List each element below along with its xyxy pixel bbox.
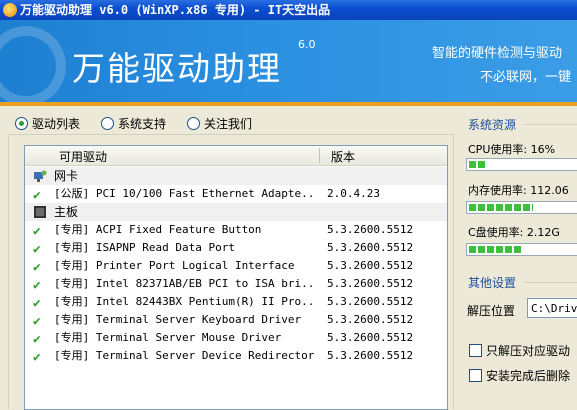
cpu-usage-fill [469, 161, 486, 168]
driver-name: [公版] PCI 10/100 Fast Ethernet Adapte... [54, 187, 316, 200]
driver-name: [专用] ACPI Fixed Feature Button [54, 223, 262, 236]
driver-name: [专用] ISAPNP Read Data Port [54, 241, 235, 254]
checkbox-icon [469, 369, 482, 382]
motherboard-icon [33, 205, 47, 219]
product-name: 万能驱动助理 [72, 49, 282, 88]
extract-location-label: 解压位置 [467, 304, 516, 318]
section-divider [524, 124, 577, 125]
memory-usage-bar [466, 201, 577, 214]
checkbox-label: 只解压对应驱动 [486, 344, 571, 358]
table-row[interactable]: ✔ [专用] ISAPNP Read Data Port 5.3.2600.5512 [25, 239, 447, 257]
disk-usage-fill [469, 246, 523, 253]
gear-icon [0, 26, 66, 102]
section-divider [524, 282, 577, 283]
driver-version: 5.3.2600.5512 [327, 313, 414, 326]
column-header-driver[interactable]: 可用驱动 [59, 148, 107, 165]
category-row[interactable]: 主板 [25, 203, 447, 221]
check-icon: ✔ [33, 242, 41, 257]
product-version: 6.0 [298, 38, 316, 51]
window-title: 万能驱动助理 v6.0 (WinXP.x86 专用) - IT天空出品 [20, 3, 331, 17]
driver-name: [专用] Terminal Server Mouse Driver [54, 331, 282, 344]
category-name: 网卡 [54, 169, 79, 183]
driver-version: 5.3.2600.5512 [327, 331, 414, 344]
tab-system-support[interactable]: 系统支持 [101, 116, 166, 132]
column-separator[interactable] [319, 148, 320, 163]
table-row[interactable]: ✔ [专用] Intel 82371AB/EB PCI to ISA bri...… [25, 275, 447, 293]
driver-version: 5.3.2600.5512 [327, 349, 414, 362]
driver-name: [专用] Terminal Server Keyboard Driver [54, 313, 302, 326]
app-icon [3, 3, 17, 17]
radio-icon [187, 117, 200, 130]
network-card-icon [33, 169, 47, 183]
driver-list[interactable]: 可用驱动 版本 网卡 ✔ [公版] PCI 10/100 Fast Ethernet… [24, 145, 448, 410]
driver-version: 2.0.4.23 [327, 187, 380, 200]
checkbox-label: 安装完成后删除 [486, 369, 571, 383]
table-row[interactable]: ✔ [专用] Terminal Server Device Redirector 5… [25, 347, 447, 365]
driver-version: 5.3.2600.5512 [327, 259, 414, 272]
memory-usage-label: 内存使用率: 112.06 [468, 184, 569, 197]
category-name: 主板 [54, 205, 79, 219]
table-row[interactable]: ✔ [公版] PCI 10/100 Fast Ethernet Adapte...… [25, 185, 447, 203]
driver-name: [专用] Intel 82371AB/EB PCI to ISA bri... [54, 277, 316, 290]
memory-usage-fill [469, 204, 533, 211]
delete-after-install-checkbox[interactable]: 安装完成后删除 [469, 369, 570, 383]
tab-label: 驱动列表 [32, 117, 81, 131]
table-row[interactable]: ✔ [专用] Printer Port Logical Interface 5.3.… [25, 257, 447, 275]
check-icon: ✔ [33, 296, 41, 311]
extract-matching-only-checkbox[interactable]: 只解压对应驱动 [469, 344, 570, 358]
tab-follow-us[interactable]: 关注我们 [187, 116, 252, 132]
driver-name: [专用] Intel 82443BX Pentium(R) II Pro... [54, 295, 316, 308]
other-settings-title: 其他设置 [468, 276, 517, 290]
slogan-line1: 智能的硬件检测与驱动 [432, 46, 563, 61]
tab-label: 系统支持 [118, 117, 167, 131]
cpu-usage-label: CPU使用率: 16% [468, 143, 556, 156]
extract-location-input[interactable]: C:\Drive [527, 298, 577, 318]
check-icon: ✔ [33, 260, 41, 275]
driver-name: [专用] Printer Port Logical Interface [54, 259, 295, 272]
list-header: 可用驱动 版本 [25, 146, 447, 166]
banner-divider [0, 102, 577, 106]
column-header-version[interactable]: 版本 [331, 148, 355, 165]
tab-label: 关注我们 [204, 117, 253, 131]
driver-version: 5.3.2600.5512 [327, 223, 414, 236]
slogan-line2: 不必联网，一键 [480, 70, 572, 85]
radio-selected-icon [15, 117, 28, 130]
table-row[interactable]: ✔ [专用] ACPI Fixed Feature Button 5.3.2600.… [25, 221, 447, 239]
tab-driver-list[interactable]: 驱动列表 [15, 116, 80, 132]
table-row[interactable]: ✔ [专用] Intel 82443BX Pentium(R) II Pro...… [25, 293, 447, 311]
check-icon: ✔ [33, 278, 41, 293]
title-bar[interactable]: 万能驱动助理 v6.0 (WinXP.x86 专用) - IT天空出品 [0, 0, 577, 20]
radio-icon [101, 117, 114, 130]
system-resources-title: 系统资源 [468, 118, 517, 132]
table-row[interactable]: ✔ [专用] Terminal Server Mouse Driver 5.3.26… [25, 329, 447, 347]
driver-version: 5.3.2600.5512 [327, 241, 414, 254]
check-icon: ✔ [33, 188, 41, 203]
banner: 万能驱动助理 6.0 智能的硬件检测与驱动 不必联网，一键 [0, 20, 577, 102]
driver-name: [专用] Terminal Server Device Redirector [54, 349, 315, 362]
driver-version: 5.3.2600.5512 [327, 277, 414, 290]
cpu-usage-bar [466, 158, 577, 171]
check-icon: ✔ [33, 224, 41, 239]
driver-version: 5.3.2600.5512 [327, 295, 414, 308]
checkbox-icon [469, 344, 482, 357]
disk-usage-bar [466, 243, 577, 256]
disk-usage-label: C盘使用率: 2.12G [468, 226, 560, 239]
table-row[interactable]: ✔ [专用] Terminal Server Keyboard Driver 5.3… [25, 311, 447, 329]
check-icon: ✔ [33, 314, 41, 329]
category-row[interactable]: 网卡 [25, 167, 447, 185]
check-icon: ✔ [33, 332, 41, 347]
check-icon: ✔ [33, 350, 41, 365]
